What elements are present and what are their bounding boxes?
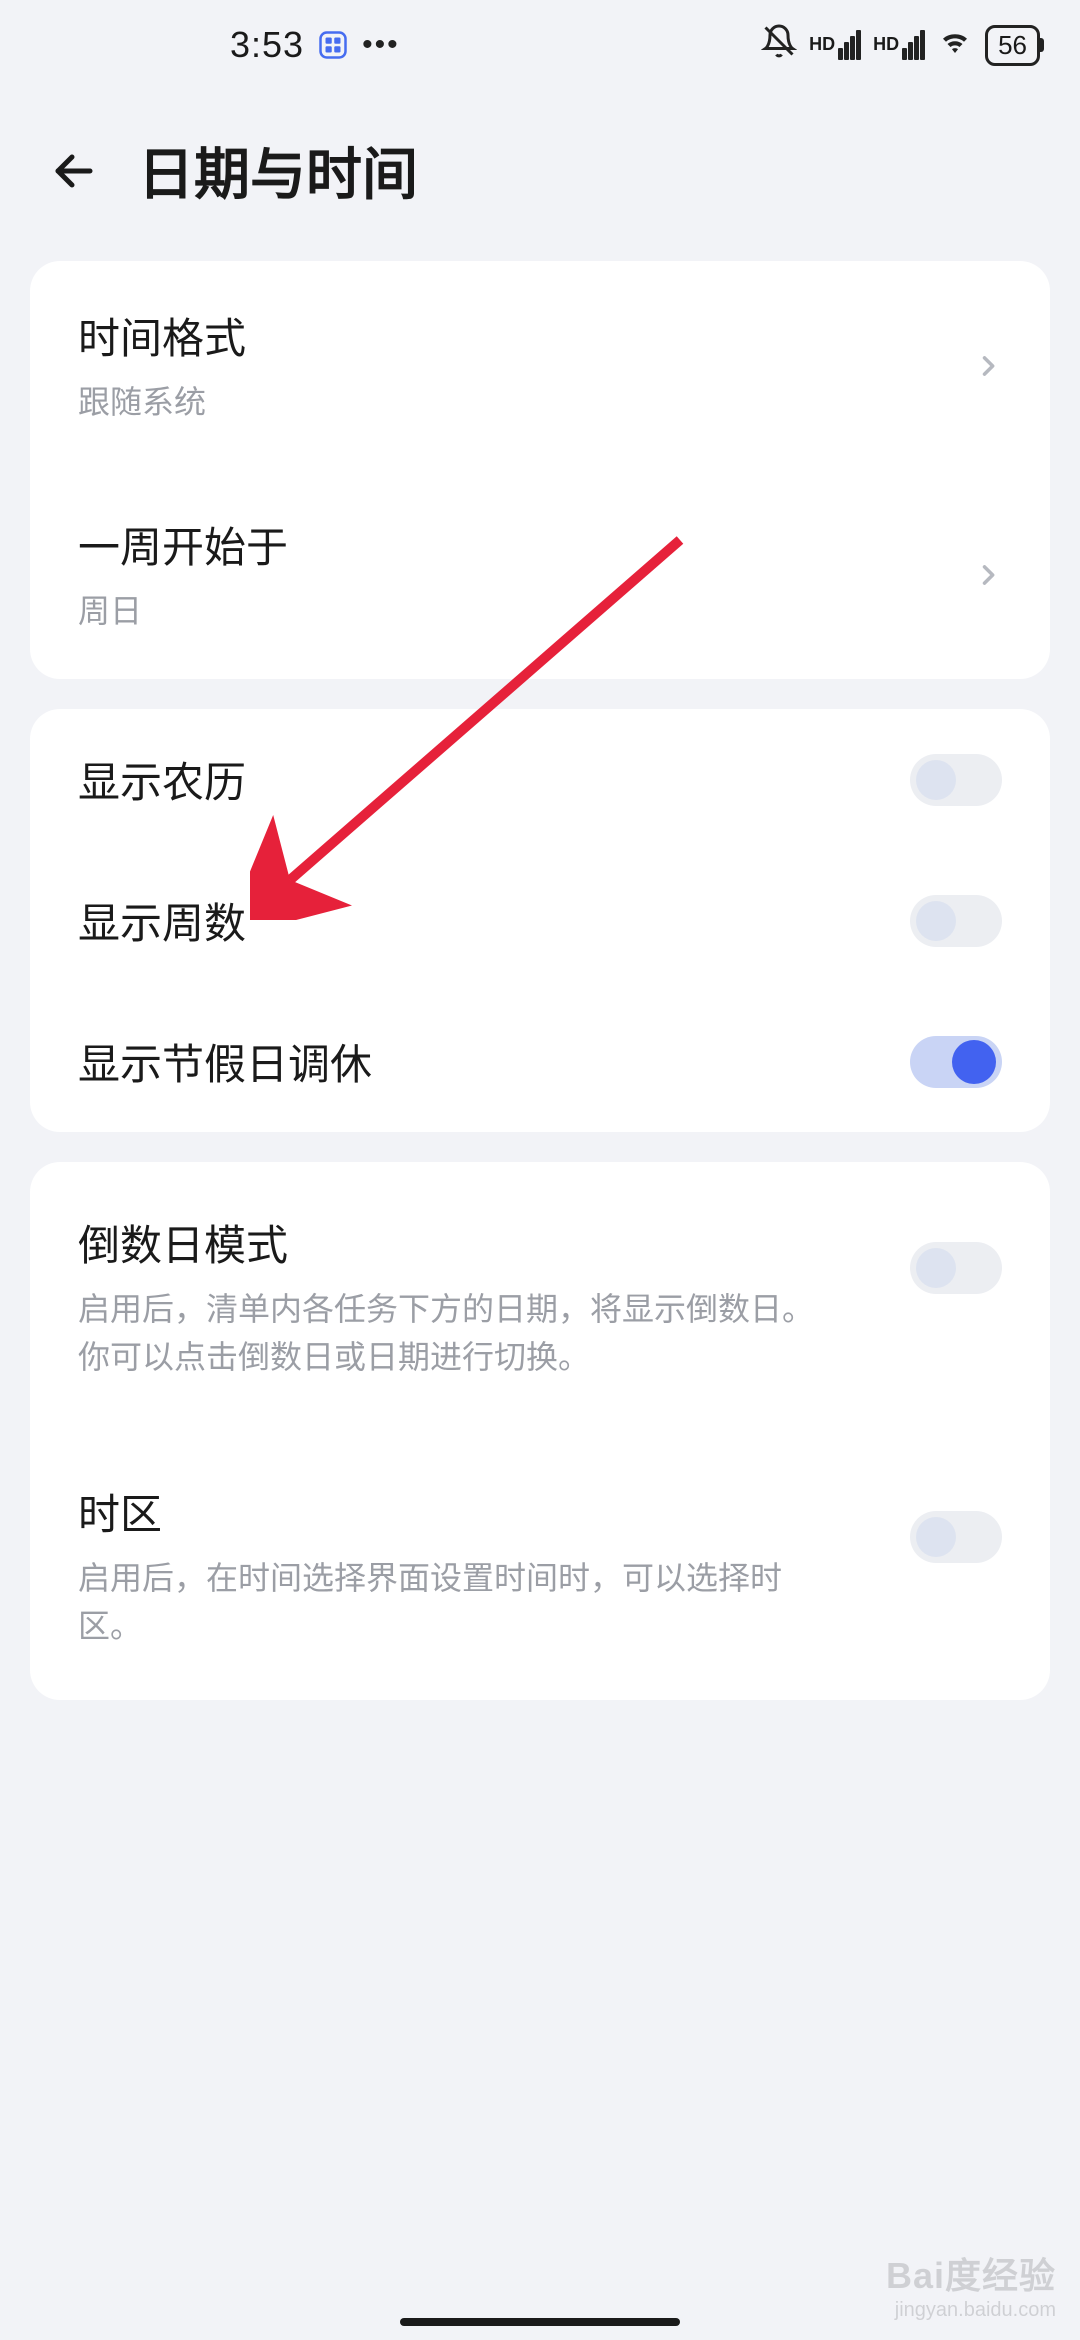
row-time-format[interactable]: 时间格式 跟随系统 [30,261,1050,470]
settings-group-1: 时间格式 跟随系统 一周开始于 周日 [30,261,1050,679]
toggle-lunar[interactable] [910,754,1002,806]
status-bar: 3:53 ••• HD HD 56 [0,0,1080,90]
signal-1-icon: HD [809,30,861,60]
row-title: 一周开始于 [78,514,974,575]
home-indicator[interactable] [400,2318,680,2326]
row-week-start[interactable]: 一周开始于 周日 [30,470,1050,679]
signal-2-icon: HD [873,30,925,60]
row-title: 倒数日模式 [78,1212,910,1273]
row-holiday: 显示节假日调休 [30,991,1050,1132]
row-countdown: 倒数日模式 启用后，清单内各任务下方的日期，将显示倒数日。你可以点击倒数日或日期… [30,1162,1050,1431]
chevron-right-icon [974,561,1002,589]
battery-icon: 56 [985,25,1040,66]
row-sub: 启用后，在时间选择界面设置时间时，可以选择时区。 [78,1554,838,1650]
more-dots-icon: ••• [362,28,400,62]
status-right: HD HD 56 [761,23,1040,68]
settings-group-2: 显示农历 显示周数 显示节假日调休 [30,709,1050,1132]
row-week-number: 显示周数 [30,850,1050,991]
toggle-holiday[interactable] [910,1036,1002,1088]
row-sub: 启用后，清单内各任务下方的日期，将显示倒数日。你可以点击倒数日或日期进行切换。 [78,1285,838,1381]
page-header: 日期与时间 [0,90,1080,261]
row-title: 显示节假日调休 [78,1031,910,1092]
toggle-week-number[interactable] [910,895,1002,947]
toggle-countdown[interactable] [910,1242,1002,1294]
row-sub: 周日 [78,587,838,635]
status-left: 3:53 ••• [230,24,400,66]
row-lunar: 显示农历 [30,709,1050,850]
watermark: Bai度经验 jingyan.baidu.com [886,2247,1056,2322]
row-title: 时区 [78,1481,910,1542]
row-timezone: 时区 启用后，在时间选择界面设置时间时，可以选择时区。 [30,1431,1050,1700]
row-title: 显示周数 [78,890,910,951]
row-sub: 跟随系统 [78,378,838,426]
back-button[interactable] [50,147,98,195]
settings-group-3: 倒数日模式 启用后，清单内各任务下方的日期，将显示倒数日。你可以点击倒数日或日期… [30,1162,1050,1700]
battery-level: 56 [998,30,1027,61]
wifi-icon [937,23,973,68]
toggle-timezone[interactable] [910,1511,1002,1563]
page-title: 日期与时间 [138,130,418,211]
app-grid-icon [318,30,348,60]
watermark-sub: jingyan.baidu.com [895,2299,1056,2322]
row-title: 显示农历 [78,749,910,810]
status-time: 3:53 [230,24,304,66]
watermark-main: Bai度经验 [886,2247,1056,2299]
row-title: 时间格式 [78,305,974,366]
chevron-right-icon [974,352,1002,380]
dnd-icon [761,23,797,68]
